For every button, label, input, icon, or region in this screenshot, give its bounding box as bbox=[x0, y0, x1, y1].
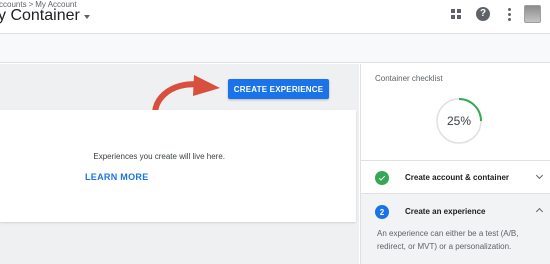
apps-grid-icon[interactable] bbox=[449, 7, 463, 21]
chevron-down-icon[interactable] bbox=[535, 171, 544, 180]
chevron-up-icon[interactable] bbox=[535, 207, 544, 216]
help-glyph: ? bbox=[476, 7, 490, 21]
checklist-title: Container checklist bbox=[375, 74, 443, 83]
container-selector[interactable]: y Container bbox=[0, 7, 90, 25]
step-number-badge: 2 bbox=[375, 205, 389, 219]
more-vert-icon[interactable] bbox=[502, 7, 516, 21]
checklist-step-create-account[interactable]: Create account & container bbox=[361, 160, 550, 194]
step-description: An experience can either be a test (A/B,… bbox=[377, 229, 519, 251]
checklist-step-create-experience[interactable]: 2 Create an experience An experience can… bbox=[361, 194, 550, 264]
progress-percent: 25% bbox=[446, 114, 472, 128]
check-icon bbox=[375, 171, 389, 185]
step-label: Create account & container bbox=[405, 173, 510, 182]
empty-state-card: Experiences you create will live here. L… bbox=[0, 110, 356, 222]
caret-down-icon bbox=[83, 15, 90, 19]
top-header: ccounts > My Account y Container ? bbox=[0, 0, 550, 33]
page-title: y Container bbox=[0, 7, 80, 24]
create-experience-button[interactable]: CREATE EXPERIENCE bbox=[228, 79, 329, 99]
learn-more-link[interactable]: LEARN MORE bbox=[85, 172, 149, 182]
avatar[interactable] bbox=[524, 5, 541, 23]
step-label: Create an experience bbox=[405, 207, 486, 216]
container-checklist-panel: Container checklist 25% Create account &… bbox=[360, 64, 550, 264]
toolbar-strip bbox=[0, 33, 550, 63]
help-icon[interactable]: ? bbox=[476, 7, 490, 21]
empty-state-text: Experiences you create will live here. bbox=[93, 152, 225, 161]
